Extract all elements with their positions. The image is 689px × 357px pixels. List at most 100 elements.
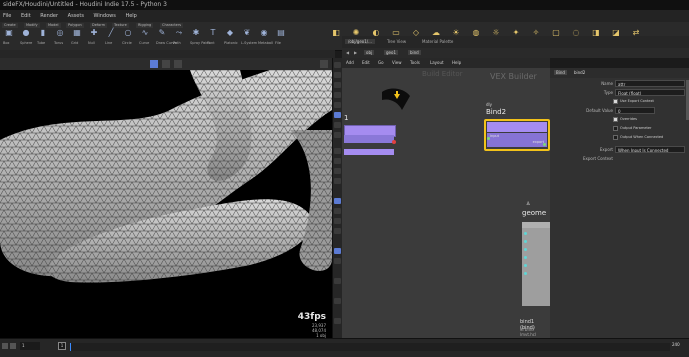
3d-viewport[interactable]: 43fps 23,937 48,074 1 obj [0, 70, 332, 338]
render-region-icon[interactable] [334, 318, 341, 324]
param-field-export[interactable]: When Input Is Connected [615, 146, 685, 153]
torus-tool-icon[interactable]: ◎ [54, 28, 66, 38]
network-tab-path[interactable]: /obj/geo1/... [345, 39, 375, 44]
window-title: sideFX/Houdini/Untitled - Houdini Indie … [3, 1, 167, 8]
net-menu-layout[interactable]: Layout [430, 58, 444, 68]
ghost-icon[interactable] [334, 228, 341, 234]
net-menu-edit[interactable]: Edit [362, 58, 370, 68]
play-controls-icon[interactable] [2, 343, 8, 349]
draw-curve-tool-icon[interactable]: ✎ [156, 28, 168, 38]
param-row-output-param: Output Parameter [550, 125, 689, 134]
font-tool-icon[interactable]: T [207, 28, 219, 38]
geometry-port-n-icon[interactable] [524, 264, 527, 267]
param-field-name[interactable]: attr [615, 80, 685, 87]
path-crumb-bind[interactable]: bind [408, 50, 421, 55]
background-icon[interactable] [334, 278, 341, 284]
move-tool-icon[interactable] [334, 72, 341, 78]
network-tab-treeview[interactable]: Tree View [387, 39, 406, 44]
platonic-tool-icon[interactable]: ◆ [224, 28, 236, 38]
display-uv-icon[interactable] [334, 178, 341, 184]
timeline-playhead[interactable] [70, 343, 71, 351]
param-row-default: Default Value 0 [550, 107, 689, 116]
geometry-port-p-icon[interactable] [524, 232, 527, 235]
menu-item-render[interactable]: Render [40, 13, 58, 19]
menu-item-file[interactable]: File [3, 13, 11, 19]
checkbox-output-connected[interactable] [613, 135, 618, 140]
select-tool-icon[interactable] [334, 62, 341, 68]
box-tool-icon[interactable]: ▣ [3, 28, 15, 38]
bind2-header [487, 122, 547, 132]
checkbox-overrides[interactable] [613, 117, 618, 122]
checkbox-export-context[interactable] [613, 99, 618, 104]
camera-tool-icon[interactable]: ◧ [330, 28, 342, 38]
net-menu-go[interactable]: Go [378, 58, 384, 68]
lighting-icon[interactable] [334, 198, 341, 204]
tube-tool-icon[interactable]: ▮ [37, 28, 49, 38]
left-node-port-icon[interactable] [392, 140, 396, 144]
current-frame-field[interactable]: 1 [20, 342, 40, 350]
snap-tool-icon[interactable] [334, 132, 341, 138]
menu-item-help[interactable]: Help [125, 13, 136, 19]
wireframe-icon[interactable] [334, 218, 341, 224]
pose-tool-icon[interactable] [334, 112, 341, 118]
timeline-slider[interactable] [70, 343, 670, 351]
persp-menu-icon[interactable] [174, 60, 182, 68]
display-normals-icon[interactable] [334, 158, 341, 164]
display-options-icon[interactable] [150, 60, 158, 68]
line-tool-icon[interactable]: ╱ [105, 28, 117, 38]
lsystem-tool-icon[interactable]: ❦ [241, 28, 253, 38]
display-points-icon[interactable] [334, 148, 341, 154]
shading-icon[interactable] [334, 208, 341, 214]
view-tool-icon[interactable] [334, 122, 341, 128]
spray-paint-tool-icon[interactable]: ✱ [190, 28, 202, 38]
null-tool-icon[interactable]: ✚ [88, 28, 100, 38]
menu-item-assets[interactable]: Assets [68, 13, 84, 19]
footprint-icon[interactable] [334, 258, 341, 264]
circle-tool-icon[interactable]: ○ [122, 28, 134, 38]
template-icon[interactable] [334, 248, 341, 254]
geometry-port-force-icon[interactable] [524, 248, 527, 251]
network-footer-info: dl bind lmvt.hcl [520, 327, 537, 337]
left-node-output[interactable] [344, 149, 394, 155]
bind2-output-port-icon[interactable] [543, 143, 546, 146]
file-tool-icon[interactable]: ▤ [275, 28, 287, 38]
path-tool-icon[interactable]: ⤳ [173, 28, 185, 38]
start-frame-field[interactable]: 1 [58, 342, 66, 350]
network-tab-material[interactable]: Material Palette [422, 39, 453, 44]
shelf-label-path: Path [173, 41, 181, 45]
path-crumb-geo1[interactable]: geo1 [384, 50, 398, 55]
sphere-tool-icon[interactable]: ● [20, 28, 32, 38]
metaball-tool-icon[interactable]: ◉ [258, 28, 270, 38]
network-editor[interactable]: Build Editor VEX Builder 1 dly Bind2 inp… [342, 68, 550, 338]
param-field-default[interactable]: 0 [615, 107, 655, 114]
bind2-node[interactable]: input export [484, 119, 550, 151]
viewport-settings-icon[interactable] [320, 60, 328, 68]
net-menu-add[interactable]: Add [346, 58, 354, 68]
scale-tool-icon[interactable] [334, 92, 341, 98]
curve-tool-icon[interactable]: ∿ [139, 28, 151, 38]
geometry-port-cd-icon[interactable] [524, 256, 527, 259]
left-node-ports[interactable] [344, 135, 394, 143]
net-menu-help[interactable]: Help [452, 58, 461, 68]
back-arrow-icon[interactable]: ◀ [346, 50, 349, 55]
checkbox-output-param[interactable] [613, 126, 618, 131]
geometry-node[interactable] [522, 222, 550, 306]
menu-item-windows[interactable]: Windows [94, 13, 116, 19]
geometry-port-v-icon[interactable] [524, 240, 527, 243]
net-menu-tools[interactable]: Tools [410, 58, 420, 68]
camera-menu-icon[interactable] [162, 60, 170, 68]
display-prims-icon[interactable] [334, 168, 341, 174]
network-context-label: VEX Builder [490, 72, 537, 81]
grid-tool-icon[interactable]: ▦ [71, 28, 83, 38]
bind2-input-port-icon[interactable] [487, 137, 490, 140]
step-back-icon[interactable] [10, 343, 16, 349]
path-crumb-obj[interactable]: obj [364, 50, 375, 55]
forward-arrow-icon[interactable]: ▶ [354, 50, 357, 55]
handle-tool-icon[interactable] [334, 102, 341, 108]
geometry-port-id-icon[interactable] [524, 272, 527, 275]
visualizer-icon[interactable] [334, 298, 341, 304]
menu-item-edit[interactable]: Edit [21, 13, 31, 19]
param-field-type[interactable]: Float (float) [615, 89, 685, 96]
net-menu-view[interactable]: View [392, 58, 402, 68]
rotate-tool-icon[interactable] [334, 82, 341, 88]
